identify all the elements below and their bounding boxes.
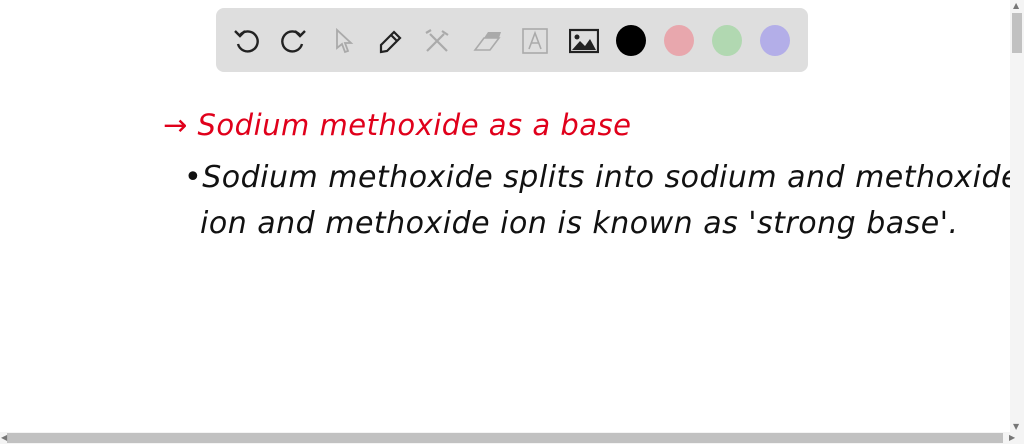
tools-icon (425, 29, 449, 52)
insert-image-button[interactable] (567, 24, 601, 58)
scroll-right-arrow-icon[interactable]: ▶ (1009, 433, 1015, 442)
scroll-up-arrow-icon[interactable]: ▲ (1013, 1, 1019, 10)
pen-icon (379, 30, 402, 54)
redo-button[interactable] (276, 24, 310, 58)
select-tool-button[interactable] (326, 24, 360, 58)
handwritten-line-1: •Sodium methoxide splits into sodium and… (184, 160, 1020, 195)
eraser-tool-button[interactable] (469, 24, 503, 58)
scroll-down-arrow-icon[interactable]: ▼ (1013, 422, 1019, 431)
pen-tool-button[interactable] (373, 24, 407, 58)
redo-icon (281, 30, 306, 53)
handwritten-heading: → Sodium methoxide as a base (163, 108, 632, 142)
handwritten-line-2: ion and methoxide ion is known as 'stron… (200, 206, 959, 241)
eraser-icon (473, 32, 501, 51)
pointer-icon (336, 27, 354, 54)
horizontal-scrollbar-thumb[interactable] (7, 433, 1003, 443)
text-tool-button[interactable] (518, 24, 552, 58)
color-green-swatch[interactable] (712, 25, 742, 56)
color-purple-swatch[interactable] (760, 25, 790, 56)
undo-icon (234, 30, 259, 53)
vertical-scrollbar[interactable] (1010, 0, 1024, 432)
image-icon (569, 28, 599, 54)
text-icon (522, 28, 548, 54)
color-black-swatch[interactable] (616, 25, 646, 56)
undo-button[interactable] (230, 24, 264, 58)
tools-button[interactable] (420, 24, 454, 58)
scroll-left-arrow-icon[interactable]: ◀ (1, 433, 7, 442)
color-pink-swatch[interactable] (664, 25, 694, 56)
drawing-toolbar (216, 8, 808, 72)
vertical-scrollbar-thumb[interactable] (1012, 13, 1022, 53)
